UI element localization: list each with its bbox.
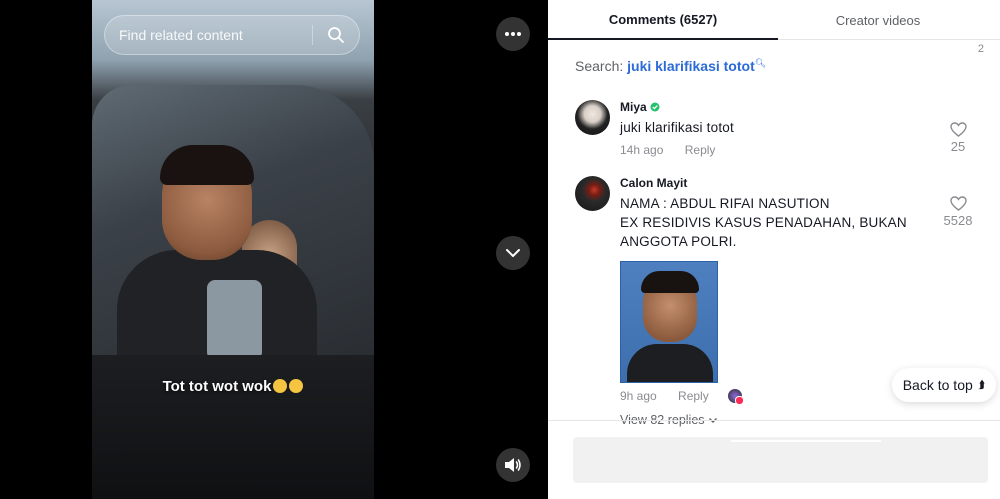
search-icon: [328, 27, 344, 43]
tab-creator-videos[interactable]: Creator videos: [778, 0, 978, 40]
comment-time: 14h ago: [620, 143, 664, 157]
grinning-sweat-emoji: [273, 379, 288, 393]
heart-icon: [949, 122, 967, 137]
comment-text: NAMA : ABDUL RIFAI NASUTION EX RESIDIVIS…: [620, 194, 920, 251]
username-text[interactable]: Miya: [620, 100, 647, 114]
like-count: 5528: [943, 213, 973, 228]
avatar[interactable]: [575, 100, 610, 135]
photo-shirt: [627, 344, 713, 382]
search-query-link[interactable]: juki klarifikasi totot: [627, 58, 755, 74]
grinning-emoji: [289, 379, 304, 393]
search-button[interactable]: [313, 15, 359, 55]
more-dots-icon: [505, 32, 521, 36]
back-to-top-button[interactable]: Back to top ⮭: [892, 368, 996, 402]
person-shirt: [207, 280, 262, 360]
comment-body: Calon Mayit NAMA : ABDUL RIFAI NASUTION …: [620, 176, 920, 427]
comment-username[interactable]: Calon Mayit: [620, 176, 920, 190]
back-to-top-label: Back to top: [902, 377, 973, 393]
like-button[interactable]: 25: [943, 122, 973, 154]
search-prefix: Search:: [575, 58, 624, 74]
tiktok-video-page: Find related content Tot tot wot wok Com…: [0, 0, 1000, 499]
next-video-button[interactable]: [496, 236, 530, 270]
comment-body: Miya juki klarifikasi totot 14h ago Repl…: [620, 100, 920, 157]
related-search-bar[interactable]: Find related content: [104, 15, 360, 55]
chevron-down-icon: [506, 249, 520, 257]
video-panel: Find related content Tot tot wot wok: [0, 0, 548, 499]
related-search-placeholder[interactable]: Find related content: [105, 27, 312, 43]
double-chevron-up-icon: ⮭: [978, 378, 986, 391]
comment-text: juki klarifikasi totot: [620, 120, 734, 135]
comment-input-divider: [548, 420, 1000, 421]
tab-comments[interactable]: Comments (6527): [548, 0, 778, 40]
comments-panel: Comments (6527) Creator videos 2 Search:…: [548, 0, 1000, 499]
avatar[interactable]: [575, 176, 610, 211]
like-button[interactable]: 5528: [943, 196, 973, 228]
speaker-icon: [505, 458, 521, 472]
creator-liked-avatar: [728, 389, 745, 405]
comment-line: EX RESIDIVIS KASUS PENADAHAN, BUKAN: [620, 215, 907, 230]
comment-time: 9h ago: [620, 389, 657, 403]
comment-meta: 9h ago Reply: [620, 389, 920, 405]
comment-meta: 14h ago Reply: [620, 143, 920, 157]
reply-button[interactable]: Reply: [678, 389, 709, 403]
volume-button[interactable]: [496, 448, 530, 482]
caption-text: Tot tot wot wok: [162, 378, 272, 395]
person-hair: [160, 145, 254, 185]
comment-attached-photo[interactable]: [620, 261, 718, 383]
video-player[interactable]: [92, 0, 374, 499]
reply-button[interactable]: Reply: [685, 143, 716, 157]
video-caption: Tot tot wot wok: [92, 378, 374, 395]
photo-hair: [641, 271, 699, 293]
like-count: 25: [950, 139, 966, 154]
car-door: [92, 355, 374, 499]
comment-item: Miya juki klarifikasi totot 14h ago Repl…: [575, 100, 985, 160]
comment-line: NAMA : ABDUL RIFAI NASUTION: [620, 196, 830, 211]
comment-input-area[interactable]: [573, 437, 988, 483]
small-search-icon: 🔍︎: [754, 58, 767, 68]
comment-username[interactable]: Miya: [620, 100, 920, 114]
verified-badge-icon: [650, 102, 660, 112]
comment-line: ANGGOTA POLRI.: [620, 234, 737, 249]
more-options-button[interactable]: [496, 17, 530, 51]
heart-icon: [949, 196, 967, 211]
comment-search-suggestion: Search: juki klarifikasi totot🔍︎: [575, 58, 766, 74]
top-right-count: 2: [977, 43, 984, 55]
panel-tabs: Comments (6527) Creator videos: [548, 0, 1000, 40]
